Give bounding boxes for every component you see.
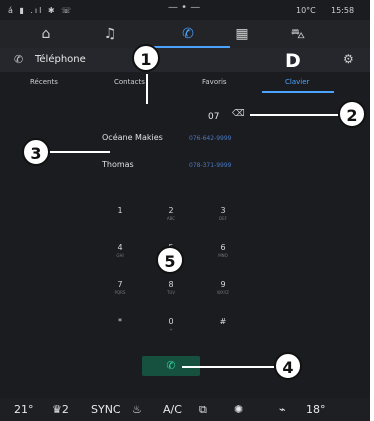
key-digit: 8 bbox=[168, 280, 174, 289]
page-title: Téléphone bbox=[35, 54, 86, 65]
key-digit: 2 bbox=[168, 206, 174, 215]
key-hash[interactable]: # bbox=[208, 317, 238, 327]
callout-4-line bbox=[182, 366, 274, 368]
seat-level: 2 bbox=[61, 403, 69, 416]
callout-2-line bbox=[250, 114, 338, 116]
status-bar: á ▮ .ıl ✱ ☏ — • — 10°C 15:58 bbox=[0, 0, 370, 20]
callout-3: 3 bbox=[22, 138, 50, 166]
active-tab-underline bbox=[262, 91, 334, 93]
key-letters: MNO bbox=[218, 253, 228, 258]
key-digit: 9 bbox=[220, 280, 226, 289]
key-6[interactable]: 6 MNO bbox=[208, 243, 238, 258]
app-title-bar: ✆ Téléphone ⚙ bbox=[0, 48, 370, 72]
key-letters: + bbox=[169, 327, 173, 332]
infotainment-screen: á ▮ .ıl ✱ ☏ — • — 10°C 15:58 ⌂ ♫ ✆ ▦ ⛍ ✆… bbox=[0, 0, 370, 421]
key-letters: TUV bbox=[166, 290, 176, 295]
dialed-number: 07 bbox=[208, 112, 220, 122]
callout-3-line bbox=[50, 151, 110, 153]
seat-heat-icon[interactable]: ♨ bbox=[132, 403, 142, 416]
driver-temperature[interactable]: 21° bbox=[14, 403, 34, 416]
callout-1-line bbox=[146, 74, 148, 104]
key-digit: 0 bbox=[168, 317, 174, 326]
phone-tabs: Récents Contacts Favoris Clavier bbox=[0, 76, 370, 92]
callout-1: 1 bbox=[132, 44, 160, 72]
music-icon[interactable]: ♫ bbox=[98, 24, 122, 44]
key-4[interactable]: 4 GHI bbox=[105, 243, 135, 258]
key-letters: GHI bbox=[116, 253, 124, 258]
tab-recents[interactable]: Récents bbox=[30, 78, 58, 86]
car-icon[interactable]: ⛍ bbox=[286, 24, 310, 44]
defrost-icon[interactable]: ⧉ bbox=[199, 403, 207, 417]
key-2[interactable]: 2 ABC bbox=[156, 206, 186, 221]
key-8[interactable]: 8 TUV bbox=[156, 280, 186, 295]
key-letters: PQRS bbox=[114, 290, 126, 295]
passenger-temperature[interactable]: 18° bbox=[306, 403, 326, 416]
suggestion-number[interactable]: 078-371-9999 bbox=[189, 162, 232, 169]
call-icon: ✆ bbox=[166, 359, 176, 372]
key-7[interactable]: 7 PQRS bbox=[105, 280, 135, 295]
tab-favoris[interactable]: Favoris bbox=[202, 78, 227, 86]
status-icons: á ▮ .ıl ✱ ☏ bbox=[8, 6, 74, 15]
key-digit: 3 bbox=[220, 206, 226, 215]
key-0[interactable]: 0 + bbox=[156, 317, 186, 332]
key-digit: 6 bbox=[220, 243, 226, 252]
suggestion-name[interactable]: Thomas bbox=[102, 160, 134, 169]
phone-icon[interactable]: ✆ bbox=[176, 24, 200, 44]
key-letters: ABC bbox=[166, 216, 176, 221]
key-3[interactable]: 3 DEF bbox=[208, 206, 238, 221]
sync-button[interactable]: SYNC bbox=[91, 403, 121, 416]
backspace-icon[interactable]: ⌫ bbox=[232, 109, 248, 119]
key-digit: 1 bbox=[117, 206, 123, 215]
key-9[interactable]: 9 WXYZ bbox=[208, 280, 238, 295]
key-digit: * bbox=[118, 317, 122, 326]
key-digit: # bbox=[219, 317, 227, 326]
ac-button[interactable]: A/C bbox=[163, 403, 182, 416]
vent-icon[interactable]: ⌁ bbox=[279, 403, 286, 416]
outside-temperature: 10°C bbox=[296, 6, 316, 15]
page-indicator: — • — bbox=[168, 2, 201, 13]
phone-app-icon: ✆ bbox=[14, 53, 24, 66]
callout-4: 4 bbox=[274, 352, 302, 380]
top-nav: ⌂ ♫ ✆ ▦ ⛍ bbox=[0, 20, 370, 48]
key-digit: 4 bbox=[117, 243, 123, 252]
suggestion-name[interactable]: Océane Makies bbox=[102, 133, 163, 142]
key-1[interactable]: 1 bbox=[105, 206, 135, 216]
fan-icon[interactable]: ✺ bbox=[234, 403, 243, 416]
callout-5: 5 bbox=[156, 246, 184, 274]
callout-2: 2 bbox=[338, 100, 366, 128]
clock: 15:58 bbox=[331, 6, 355, 15]
key-letters: DEF bbox=[219, 216, 227, 221]
key-star[interactable]: * bbox=[105, 317, 135, 327]
climate-bar: 21° ♛2 SYNC ♨ A/C ⧉ ✺ ⌁ 18° bbox=[0, 398, 370, 421]
key-letters: WXYZ bbox=[217, 290, 229, 295]
settings-gear-icon[interactable]: ⚙ bbox=[343, 52, 354, 66]
home-icon[interactable]: ⌂ bbox=[34, 24, 58, 44]
seat-icon[interactable]: ♛2 bbox=[52, 403, 69, 416]
tab-clavier[interactable]: Clavier bbox=[285, 78, 309, 86]
callout-D: D bbox=[285, 50, 301, 72]
key-digit: 7 bbox=[117, 280, 123, 289]
tab-contacts[interactable]: Contacts bbox=[114, 78, 145, 86]
suggestion-number[interactable]: 076-642-9999 bbox=[189, 135, 232, 142]
apps-icon[interactable]: ▦ bbox=[230, 24, 254, 44]
